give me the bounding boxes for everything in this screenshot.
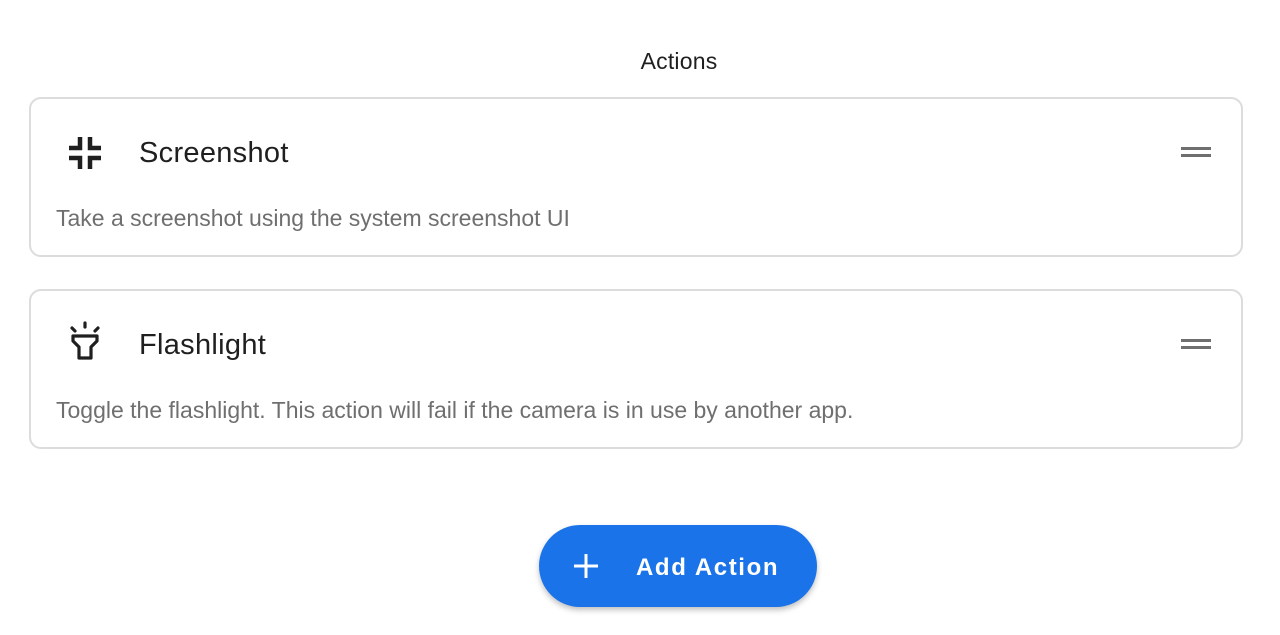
action-title: Flashlight <box>139 329 267 361</box>
add-action-button[interactable]: Add Action <box>539 525 817 607</box>
action-title: Screenshot <box>139 137 289 169</box>
plus-icon <box>574 554 598 578</box>
fullscreen-exit-icon <box>69 137 101 169</box>
action-description: Take a screenshot using the system scree… <box>56 205 570 231</box>
section-title: Actions <box>640 48 718 74</box>
drag-handle-icon[interactable] <box>1181 145 1211 159</box>
action-card-flashlight[interactable]: Flashlight Toggle the flashlight. This a… <box>29 289 1243 449</box>
action-description: Toggle the flashlight. This action will … <box>56 397 854 423</box>
add-action-label: Add Action <box>636 554 780 581</box>
drag-handle-icon[interactable] <box>1181 337 1211 351</box>
flashlight-icon <box>70 321 100 360</box>
actions-page: Actions Screenshot Take a screenshot usi… <box>0 0 1280 635</box>
action-card-screenshot[interactable]: Screenshot Take a screenshot using the s… <box>29 97 1243 257</box>
